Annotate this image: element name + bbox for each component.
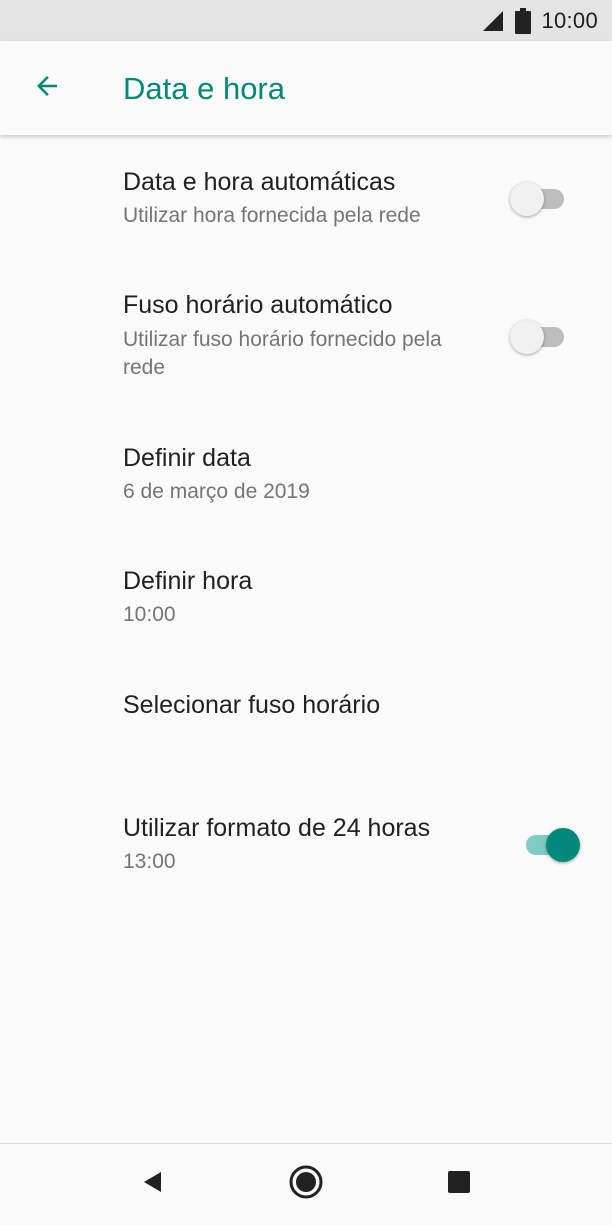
system-nav-bar [0, 1143, 612, 1225]
setting-title: Definir data [123, 444, 251, 472]
status-time: 10:00 [541, 7, 598, 33]
arrow-left-icon [32, 71, 62, 106]
setting-title: Selecionar fuso horário [123, 691, 381, 719]
signal-icon [481, 9, 505, 33]
setting-select-timezone[interactable]: Selecionar fuso horário [0, 651, 612, 776]
recents-square-icon [447, 1170, 471, 1199]
toggle-thumb [546, 828, 580, 862]
toggle-thumb [510, 320, 544, 354]
battery-icon [515, 7, 532, 34]
auto-date-time-toggle[interactable] [510, 178, 568, 218]
page-title: Data e hora [123, 71, 285, 106]
setting-auto-date-time[interactable]: Data e hora automáticas Utilizar hora fo… [0, 136, 612, 256]
nav-back-button[interactable] [131, 1162, 175, 1206]
setting-set-date[interactable]: Definir data 6 de março de 2019 [0, 406, 612, 526]
setting-subtitle: Utilizar hora fornecida pela rede [123, 204, 421, 227]
setting-set-time[interactable]: Definir hora 10:00 [0, 526, 612, 651]
setting-title: Data e hora automáticas [123, 168, 396, 196]
setting-subtitle: Utilizar fuso horário fornecido pela red… [123, 328, 442, 379]
auto-timezone-toggle[interactable] [510, 316, 568, 356]
status-bar: 10:00 [0, 0, 612, 41]
setting-auto-timezone[interactable]: Fuso horário automático Utilizar fuso ho… [0, 256, 612, 406]
setting-24-hour-format[interactable]: Utilizar formato de 24 horas 13:00 [0, 776, 612, 901]
setting-title: Fuso horário automático [123, 291, 393, 319]
nav-home-button[interactable] [284, 1162, 328, 1206]
24-hour-format-toggle[interactable] [522, 824, 580, 864]
setting-subtitle: 10:00 [123, 603, 176, 626]
setting-subtitle: 13:00 [123, 850, 176, 873]
toggle-thumb [510, 182, 544, 216]
nav-recents-button[interactable] [437, 1162, 481, 1206]
setting-subtitle: 6 de março de 2019 [123, 480, 310, 503]
setting-title: Definir hora [123, 567, 253, 595]
back-button[interactable] [22, 65, 72, 111]
home-circle-icon [288, 1164, 324, 1205]
back-triangle-icon [141, 1170, 165, 1199]
setting-title: Utilizar formato de 24 horas [123, 814, 431, 842]
status-icons: 10:00 [481, 0, 598, 41]
app-bar: Data e hora [0, 41, 612, 135]
